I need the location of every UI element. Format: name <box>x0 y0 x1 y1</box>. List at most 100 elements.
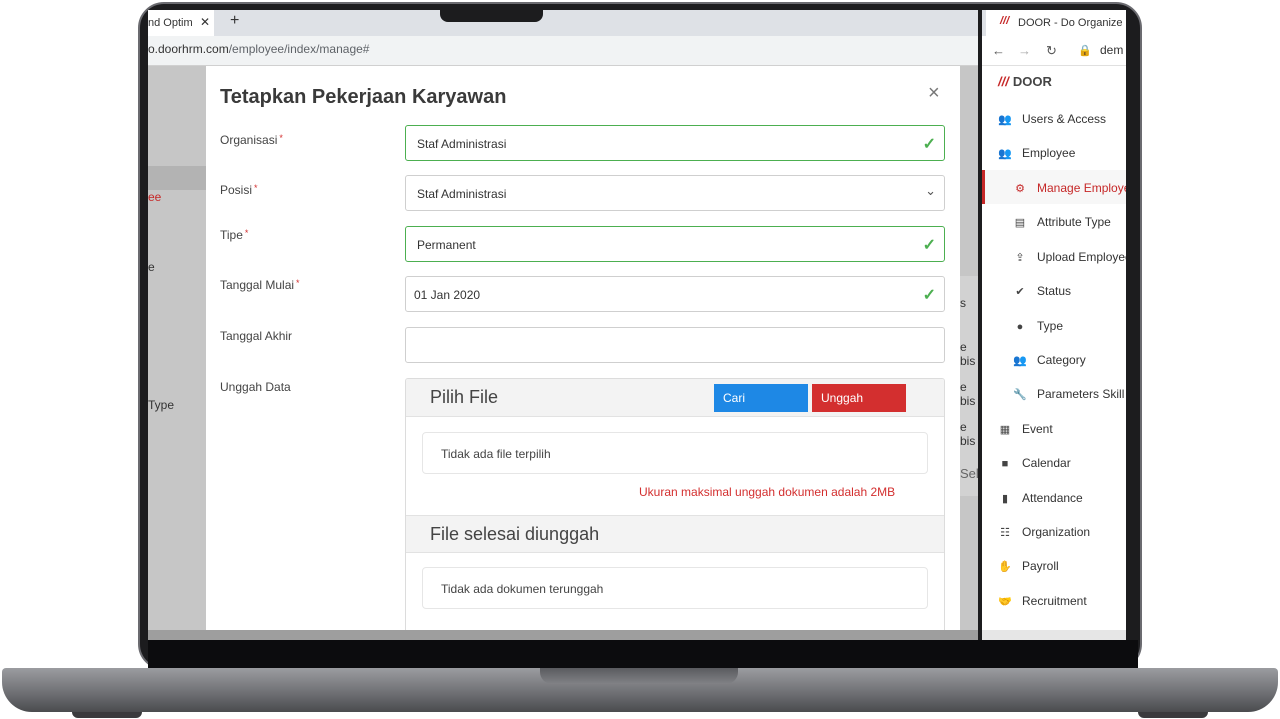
tanggal-mulai-label: Tanggal Mulai * <box>220 278 300 292</box>
left-address-bar[interactable]: o.doorhrm.com/employee/index/manage# <box>148 36 978 66</box>
upload-limit-note: Ukuran maksimal unggah dokumen adalah 2M… <box>639 485 896 499</box>
calendar-check-icon: ▦ <box>999 424 1011 436</box>
users-cog-icon: ⚙ <box>1015 183 1025 195</box>
left-browser-window: nd Optim ✕ + o.doorhrm.com/employee/inde… <box>148 10 979 640</box>
laptop-chin <box>148 640 1138 668</box>
nav-label: Parameters Skill <box>1037 387 1125 401</box>
field-label-text: Organisasi <box>220 133 278 147</box>
chevron-down-icon: ⌄ <box>925 183 936 198</box>
close-icon[interactable]: × <box>928 82 940 105</box>
reload-icon[interactable]: ↻ <box>1046 43 1057 59</box>
search-file-button[interactable]: Cari <box>714 384 808 412</box>
nav-label: Status <box>1037 284 1072 298</box>
required-mark: * <box>279 133 283 143</box>
ghost-text: e bis <box>960 340 976 368</box>
lock-icon: 🔒 <box>1078 45 1092 57</box>
required-mark: * <box>244 228 249 238</box>
nav-recruitment[interactable]: 🤝 Recruitment <box>998 594 1087 608</box>
user-tag-icon: ● <box>1016 321 1024 333</box>
nav-users-access[interactable]: 👥 Users & Access <box>998 112 1106 126</box>
right-browser-tab[interactable]: /// DOOR - Do Organize and <box>986 10 1126 36</box>
tipe-label: Tipe * <box>220 228 248 242</box>
nav-attribute-type[interactable]: ▤ Attribute Type <box>1013 215 1111 229</box>
upload-button[interactable]: Unggah <box>812 384 906 412</box>
nav-label: Recruitment <box>1022 594 1087 608</box>
tipe-select[interactable]: Permanent ✓ <box>405 226 945 262</box>
forward-arrow-icon[interactable]: → <box>1018 43 1031 58</box>
wrench-icon: 🔧 <box>1013 389 1027 401</box>
tanggal-mulai-input[interactable]: 01 Jan 2020 ✓ <box>405 276 945 312</box>
left-browser-tab[interactable]: nd Optim ✕ <box>148 10 214 36</box>
check-icon: ✓ <box>922 287 936 304</box>
nav-label: Calendar <box>1022 456 1071 470</box>
id-card-icon: ▤ <box>1014 217 1026 229</box>
uploaded-files-title: File selesai diunggah <box>430 524 600 544</box>
nav-parameters-skill[interactable]: 🔧 Parameters Skill <box>1013 387 1124 401</box>
nav-type[interactable]: ● Type <box>1013 319 1063 333</box>
back-arrow-icon[interactable]: ← <box>992 43 1005 58</box>
new-tab-icon[interactable]: + <box>230 12 239 30</box>
nav-upload-employee[interactable]: ⇪ Upload Employee <box>1013 250 1126 264</box>
calendar-icon: ■ <box>1001 458 1009 470</box>
ghost-text: Sel <box>960 466 979 481</box>
nav-label: Payroll <box>1022 559 1059 573</box>
laptop-foot <box>1138 712 1208 718</box>
door-logo-icon: /// <box>998 74 1009 89</box>
nav-manage-employee[interactable]: ⚙ Manage Employee <box>1013 181 1126 195</box>
nav-label: Manage Employee <box>1037 181 1126 195</box>
uploaded-files-header: File selesai diunggah <box>406 515 944 553</box>
posisi-label: Posisi * <box>220 183 258 197</box>
upload-panel: Pilih File Cari Unggah Tidak ada file te… <box>405 378 945 640</box>
app-logo-text: DOOR <box>1012 74 1052 89</box>
right-tab-title: DOOR - Do Organize and <box>1018 17 1126 29</box>
nav-label: Event <box>1022 422 1053 436</box>
no-docs-box: Tidak ada dokumen terunggah <box>422 567 928 609</box>
nav-label: Upload Employee <box>1037 250 1126 264</box>
nav-payroll[interactable]: ✋ Payroll <box>998 559 1059 573</box>
users-icon: 👥 <box>998 148 1012 160</box>
nav-category[interactable]: 👥 Category <box>1013 353 1086 367</box>
organisasi-select[interactable]: Staf Administrasi ✓ <box>405 125 945 161</box>
nav-event[interactable]: ▦ Event <box>998 422 1053 436</box>
nav-label: Type <box>1037 319 1064 333</box>
tanggal-akhir-input[interactable] <box>405 327 945 363</box>
url-host: o.doorhrm.com <box>148 42 229 56</box>
ghost-text: Type <box>148 398 175 412</box>
check-icon: ✓ <box>922 237 936 254</box>
nav-status[interactable]: ✔ Status <box>1013 284 1071 298</box>
nav-calendar[interactable]: ■ Calendar <box>998 456 1071 470</box>
nav-organization[interactable]: ☷ Organization <box>998 525 1090 539</box>
right-browser-window: /// DOOR - Do Organize and ← → ↻ 🔒 dem /… <box>978 10 1126 640</box>
nav-label: Organization <box>1022 525 1091 539</box>
nav-label: Attendance <box>1022 491 1083 505</box>
tab-close-icon[interactable]: ✕ <box>200 15 210 29</box>
organisasi-value: Staf Administrasi <box>417 137 507 151</box>
right-url[interactable]: dem <box>1100 43 1123 57</box>
field-label-text: Tipe <box>220 228 243 242</box>
nav-attendance[interactable]: ▮ Attendance <box>998 491 1083 505</box>
tanggal-akhir-label: Tanggal Akhir <box>220 329 292 343</box>
app-logo[interactable]: ///DOOR <box>998 74 1052 89</box>
modal-title: Tetapkan Pekerjaan Karyawan <box>220 86 507 108</box>
no-file-box: Tidak ada file terpilih <box>422 432 928 474</box>
no-file-text: Tidak ada file terpilih <box>441 447 551 461</box>
users-icon: 👥 <box>1013 355 1027 367</box>
choose-file-header: Pilih File Cari Unggah <box>406 379 944 417</box>
upload-icon: ⇪ <box>1015 252 1025 264</box>
laptop-screen: nd Optim ✕ + o.doorhrm.com/employee/inde… <box>148 10 1126 640</box>
nav-label: Users & Access <box>1022 112 1107 126</box>
nav-employee[interactable]: 👥 Employee <box>998 146 1075 160</box>
field-label-text: Posisi <box>220 183 253 197</box>
unggah-data-label: Unggah Data <box>220 380 291 394</box>
field-label-text: Unggah Data <box>220 380 291 394</box>
ghost-active-row <box>148 166 206 190</box>
left-bottom-strip <box>148 630 978 640</box>
ghost-text: ee <box>148 190 162 204</box>
posisi-select[interactable]: Staf Administrasi ⌄ <box>405 175 945 211</box>
tipe-value: Permanent <box>417 238 476 252</box>
laptop-foot <box>72 712 142 718</box>
no-docs-text: Tidak ada dokumen terunggah <box>441 582 604 596</box>
stage: nd Optim ✕ + o.doorhrm.com/employee/inde… <box>0 0 1280 719</box>
users-icon: 👥 <box>998 114 1012 126</box>
ghost-text: e bis <box>960 380 976 408</box>
